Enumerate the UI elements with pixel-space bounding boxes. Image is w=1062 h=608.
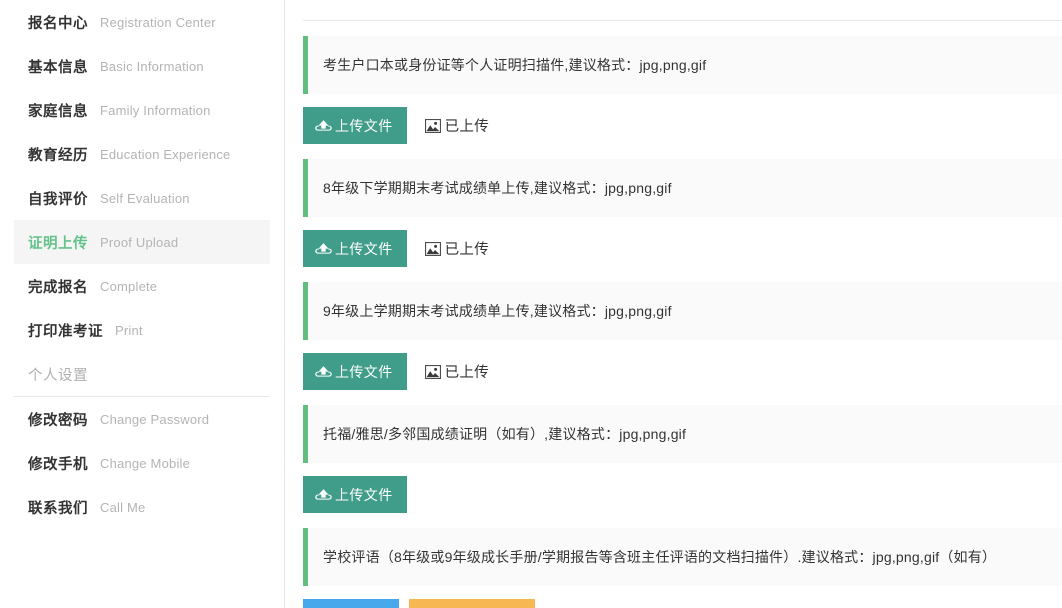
upload-description-3: 9年级上学期期末考试成绩单上传,建议格式：jpg,png,gif [303, 282, 1062, 340]
sidebar-item-label-en: Self Evaluation [100, 191, 190, 206]
sidebar-item-5[interactable]: 自我评价 Self Evaluation [14, 176, 270, 220]
main-content: 考生户口本或身份证等个人证明扫描件,建议格式：jpg,png,gif上传文件已上… [285, 0, 1062, 608]
cloud-upload-icon [315, 119, 332, 132]
sidebar-item-1[interactable]: 报名中心 Registration Center [14, 0, 270, 44]
sidebar-item-label-en: Complete [100, 279, 157, 294]
sidebar-item-label-en: Education Experience [100, 147, 230, 162]
image-file-icon [425, 365, 441, 379]
upload-blocks-container: 考生户口本或身份证等个人证明扫描件,建议格式：jpg,png,gif上传文件已上… [303, 36, 1062, 513]
sidebar-item-3[interactable]: 家庭信息 Family Information [14, 88, 270, 132]
upload-button-row-4: 上传文件 [303, 476, 1062, 513]
sidebar-settings-label-cn: 修改手机 [28, 453, 88, 474]
upload-file-button-label: 上传文件 [335, 239, 393, 259]
upload-description-final: 学校评语（8年级或9年级成长手册/学期报告等含班主任评语的文档扫描件）.建议格式… [303, 528, 1062, 586]
upload-block-4: 托福/雅思/多邻国成绩证明（如有）,建议格式：jpg,png,gif 上传文件 [303, 405, 1062, 513]
sidebar-item-label-cn: 基本信息 [28, 56, 88, 77]
final-button-row: 选择图片 点击开始上传 [303, 599, 1062, 608]
sidebar-item-label-cn: 教育经历 [28, 144, 88, 165]
sidebar-settings-item-1[interactable]: 修改密码 Change Password [14, 397, 270, 441]
sidebar-item-4[interactable]: 教育经历 Education Experience [14, 132, 270, 176]
upload-description-2: 8年级下学期期末考试成绩单上传,建议格式：jpg,png,gif [303, 159, 1062, 217]
sidebar-settings-label-en: Change Mobile [100, 456, 190, 471]
cloud-upload-icon [315, 488, 332, 501]
sidebar-item-7[interactable]: 完成报名 Complete [14, 264, 270, 308]
content-top-divider [303, 20, 1062, 21]
sidebar-item-8[interactable]: 打印准考证 Print [14, 308, 270, 352]
uploaded-status-label: 已上传 [445, 361, 489, 382]
cloud-upload-icon [315, 242, 332, 255]
uploaded-status-label: 已上传 [445, 115, 489, 136]
sidebar-settings-label-cn: 联系我们 [28, 497, 88, 518]
sidebar-item-label-en: Print [115, 323, 143, 338]
sidebar-section-title-personal-settings: 个人设置 [14, 352, 270, 396]
upload-file-button-3[interactable]: 上传文件 [303, 353, 407, 390]
sidebar-settings-item-3[interactable]: 联系我们 Call Me [14, 485, 270, 529]
upload-description-1: 考生户口本或身份证等个人证明扫描件,建议格式：jpg,png,gif [303, 36, 1062, 94]
sidebar-item-label-cn: 家庭信息 [28, 100, 88, 121]
uploaded-status-3[interactable]: 已上传 [425, 361, 489, 382]
sidebar-nav-list: 报名中心 Registration Center 基本信息 Basic Informa… [0, 0, 284, 352]
upload-description-4: 托福/雅思/多邻国成绩证明（如有）,建议格式：jpg,png,gif [303, 405, 1062, 463]
sidebar-settings-item-2[interactable]: 修改手机 Change Mobile [14, 441, 270, 485]
upload-block-1: 考生户口本或身份证等个人证明扫描件,建议格式：jpg,png,gif 上传文件 已上… [303, 36, 1062, 144]
upload-block-3: 9年级上学期期末考试成绩单上传,建议格式：jpg,png,gif 上传文件 已上传 [303, 282, 1062, 390]
upload-file-button-label: 上传文件 [335, 116, 393, 136]
uploaded-status-1[interactable]: 已上传 [425, 115, 489, 136]
upload-button-row-1: 上传文件 已上传 [303, 107, 1062, 144]
uploaded-status-2[interactable]: 已上传 [425, 238, 489, 259]
upload-button-row-3: 上传文件 已上传 [303, 353, 1062, 390]
upload-file-button-4[interactable]: 上传文件 [303, 476, 407, 513]
upload-button-row-2: 上传文件 已上传 [303, 230, 1062, 267]
sidebar-item-6[interactable]: 证明上传 Proof Upload [14, 220, 270, 264]
sidebar-item-label-cn: 完成报名 [28, 276, 88, 297]
sidebar: 报名中心 Registration Center 基本信息 Basic Informa… [0, 0, 285, 608]
sidebar-item-label-en: Family Information [100, 103, 211, 118]
cloud-upload-icon [315, 365, 332, 378]
sidebar-item-label-en: Proof Upload [100, 235, 178, 250]
sidebar-settings-label-en: Call Me [100, 500, 145, 515]
image-file-icon [425, 242, 441, 256]
sidebar-item-label-cn: 证明上传 [28, 232, 88, 253]
choose-image-button[interactable]: 选择图片 [303, 599, 399, 608]
start-upload-button[interactable]: 点击开始上传 [409, 599, 535, 608]
upload-file-button-2[interactable]: 上传文件 [303, 230, 407, 267]
upload-block-2: 8年级下学期期末考试成绩单上传,建议格式：jpg,png,gif 上传文件 已上传 [303, 159, 1062, 267]
sidebar-settings-label-cn: 修改密码 [28, 409, 88, 430]
upload-file-button-label: 上传文件 [335, 362, 393, 382]
sidebar-item-label-cn: 报名中心 [28, 12, 88, 33]
upload-block-final: 学校评语（8年级或9年级成长手册/学期报告等含班主任评语的文档扫描件）.建议格式… [303, 528, 1062, 608]
page-root: 报名中心 Registration Center 基本信息 Basic Informa… [0, 0, 1062, 608]
sidebar-item-label-cn: 打印准考证 [28, 320, 103, 341]
upload-file-button-1[interactable]: 上传文件 [303, 107, 407, 144]
sidebar-settings-label-en: Change Password [100, 412, 209, 427]
sidebar-item-label-cn: 自我评价 [28, 188, 88, 209]
sidebar-item-2[interactable]: 基本信息 Basic Information [14, 44, 270, 88]
upload-file-button-label: 上传文件 [335, 485, 393, 505]
image-file-icon [425, 119, 441, 133]
sidebar-item-label-en: Registration Center [100, 15, 216, 30]
sidebar-settings-list: 修改密码 Change Password 修改手机 Change Mobile 联系我们… [0, 397, 284, 529]
uploaded-status-label: 已上传 [445, 238, 489, 259]
sidebar-item-label-en: Basic Information [100, 59, 204, 74]
